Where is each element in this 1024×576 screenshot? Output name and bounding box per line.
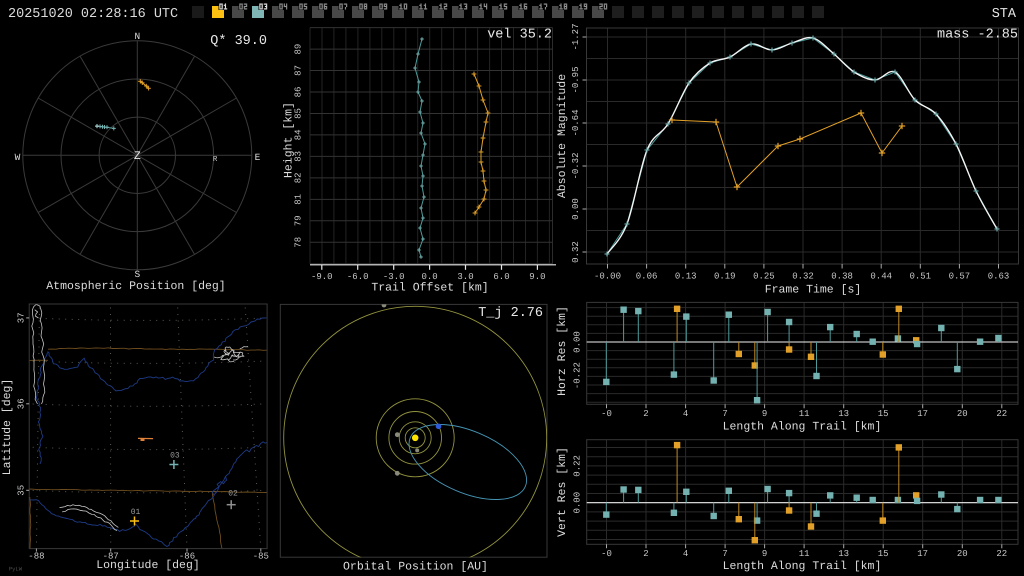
svg-text:Longitude [deg]: Longitude [deg]: [96, 559, 200, 572]
svg-text:-0: -0: [601, 549, 612, 559]
svg-text:9: 9: [762, 549, 767, 559]
svg-text:R: R: [213, 156, 218, 164]
svg-text:Trail Offset [km]: Trail Offset [km]: [371, 282, 488, 295]
svg-text:0.22: 0.22: [573, 455, 583, 477]
svg-text:2: 2: [643, 409, 648, 419]
svg-text:Length Along Trail [km]: Length Along Trail [km]: [723, 560, 882, 573]
svg-text:86: 86: [294, 87, 304, 98]
svg-text:89: 89: [294, 44, 304, 55]
svg-text:-1.27: -1.27: [571, 23, 581, 50]
svg-text:-0.95: -0.95: [571, 66, 581, 93]
svg-text:-0: -0: [601, 409, 612, 419]
svg-text:7: 7: [722, 409, 727, 419]
svg-text:PyLW: PyLW: [9, 566, 23, 573]
svg-text:0.00: 0.00: [573, 331, 583, 353]
svg-text:37: 37: [17, 312, 27, 323]
svg-text:-9.0: -9.0: [311, 272, 333, 282]
svg-text:15: 15: [878, 409, 889, 419]
svg-text:T_j 2.76: T_j 2.76: [478, 306, 543, 321]
svg-text:22: 22: [996, 409, 1007, 419]
svg-text:0.38: 0.38: [831, 272, 853, 282]
svg-text:-0.22: -0.22: [573, 362, 583, 389]
svg-text:S: S: [134, 269, 140, 280]
svg-text:11: 11: [799, 549, 810, 559]
svg-text:0.06: 0.06: [636, 272, 658, 282]
svg-text:N: N: [134, 31, 140, 42]
svg-text:mass -2.85: mass -2.85: [937, 28, 1018, 43]
svg-text:0.51: 0.51: [909, 272, 931, 282]
svg-text:-88: -88: [28, 552, 44, 562]
svg-text:81: 81: [294, 194, 304, 205]
svg-text:E: E: [255, 152, 261, 163]
svg-text:9: 9: [762, 409, 767, 419]
svg-text:87: 87: [294, 65, 304, 76]
svg-text:0.32: 0.32: [792, 272, 814, 282]
svg-text:Atmospheric Position [deg]: Atmospheric Position [deg]: [46, 280, 225, 293]
svg-text:2: 2: [643, 549, 648, 559]
svg-text:0.25: 0.25: [753, 272, 775, 282]
svg-text:Q* 39.0: Q* 39.0: [210, 34, 267, 49]
svg-text:02: 02: [228, 490, 238, 499]
svg-text:0.13: 0.13: [675, 272, 697, 282]
svg-text:STA: STA: [992, 7, 1017, 22]
svg-text:36: 36: [17, 398, 27, 409]
svg-text:9.0: 9.0: [529, 272, 545, 282]
svg-text:-0.32: -0.32: [571, 152, 581, 179]
svg-text:15: 15: [878, 549, 889, 559]
svg-text:22: 22: [996, 549, 1007, 559]
svg-text:-6.0: -6.0: [347, 272, 369, 282]
svg-text:W: W: [15, 152, 21, 163]
svg-text:4: 4: [683, 549, 688, 559]
svg-text:35: 35: [17, 485, 27, 496]
svg-text:Frame Time [s]: Frame Time [s]: [765, 284, 862, 297]
svg-text:01: 01: [131, 508, 141, 517]
svg-text:6.0: 6.0: [493, 272, 509, 282]
svg-text:Z: Z: [134, 150, 141, 163]
svg-text:11: 11: [799, 409, 810, 419]
svg-text:20: 20: [957, 549, 968, 559]
svg-text:vel 35.2: vel 35.2: [487, 28, 552, 43]
svg-text:0.63: 0.63: [988, 272, 1010, 282]
svg-text:Orbital Position [AU]: Orbital Position [AU]: [343, 561, 488, 574]
svg-text:0.00: 0.00: [573, 492, 583, 514]
svg-text:4: 4: [683, 409, 688, 419]
svg-text:17: 17: [917, 409, 928, 419]
svg-text:13: 13: [838, 549, 849, 559]
svg-text:79: 79: [294, 215, 304, 226]
svg-text:20251020 02:28:16 UTC: 20251020 02:28:16 UTC: [8, 7, 178, 22]
svg-text:0.44: 0.44: [870, 272, 892, 282]
svg-text:7: 7: [722, 549, 727, 559]
svg-text:Horz Res [km]: Horz Res [km]: [556, 306, 569, 396]
svg-text:0.19: 0.19: [714, 272, 736, 282]
svg-text:Height [km]: Height [km]: [283, 102, 296, 178]
svg-text:Vert Res [km]: Vert Res [km]: [556, 447, 569, 537]
svg-text:-0.64: -0.64: [571, 109, 581, 136]
svg-text:78: 78: [294, 237, 304, 248]
svg-text:Latitude [deg]: Latitude [deg]: [1, 379, 14, 476]
svg-text:0.57: 0.57: [949, 272, 971, 282]
svg-text:Length Along Trail [km]: Length Along Trail [km]: [723, 421, 882, 434]
svg-text:0.32: 0.32: [571, 241, 581, 263]
svg-text:17: 17: [917, 549, 928, 559]
svg-text:Absolute Magnitude: Absolute Magnitude: [556, 74, 569, 198]
svg-text:-85: -85: [253, 552, 269, 562]
svg-text:0.00: 0.00: [571, 198, 581, 220]
svg-text:03: 03: [170, 452, 180, 461]
svg-text:-0.00: -0.00: [594, 272, 621, 282]
svg-text:13: 13: [838, 409, 849, 419]
svg-text:20: 20: [957, 409, 968, 419]
